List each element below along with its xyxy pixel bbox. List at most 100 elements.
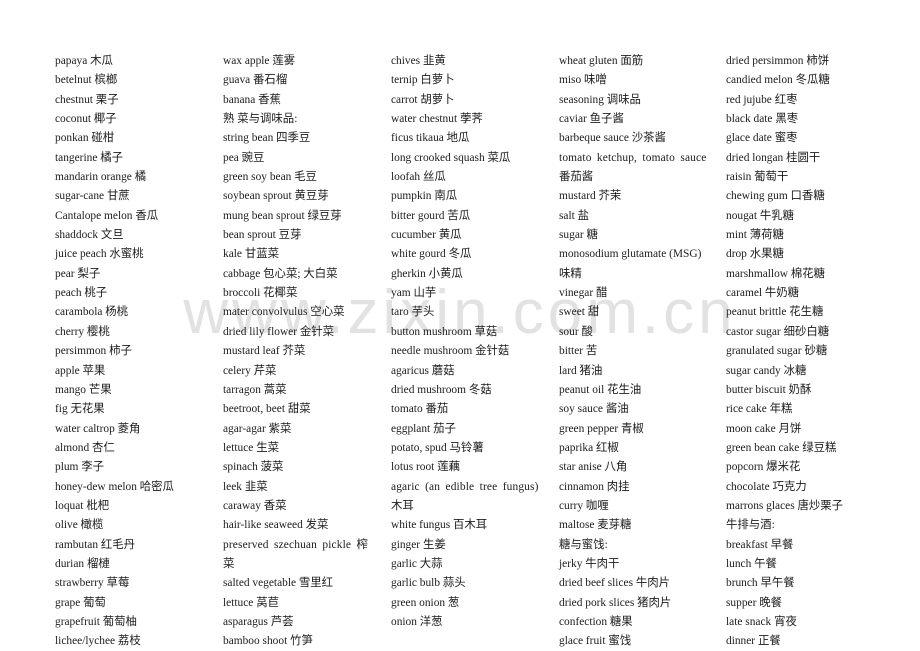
- vocabulary-entry: ponkan 碰柑: [55, 132, 115, 145]
- vocabulary-entry: miso 味噌: [559, 74, 607, 87]
- vocabulary-entry: sugar candy 冰糖: [726, 364, 807, 377]
- vocabulary-entry: barbeque sauce 沙茶酱: [559, 132, 666, 145]
- vocabulary-entry: almond 杏仁: [55, 441, 115, 454]
- vocabulary-entry: raisin 葡萄干: [726, 171, 789, 184]
- vocabulary-entry: ficus tikaua 地瓜: [391, 132, 470, 145]
- vocabulary-entry: banana 香蕉: [223, 93, 281, 106]
- vocabulary-entry: confection 糖果: [559, 615, 633, 628]
- vocabulary-entry: moon cake 月饼: [726, 422, 802, 435]
- vocabulary-entry: gherkin 小黄瓜: [391, 267, 463, 280]
- vocabulary-entry: bitter gourd 苦瓜: [391, 209, 471, 222]
- vocabulary-entry: hair-like seaweed 发菜: [223, 519, 329, 532]
- vocabulary-entry: fig 无花果: [55, 403, 105, 416]
- vocabulary-entry: tomato 番茄: [391, 403, 449, 416]
- vocabulary-column-5: dried persimmon 柿饼 candied melon 冬瓜糖 red j…: [726, 52, 916, 651]
- vocabulary-entry: long crooked squash 菜瓜: [391, 151, 511, 164]
- vocabulary-entry: grape 葡萄: [55, 596, 106, 609]
- vocabulary-entry: water chestnut 荸荠: [391, 113, 483, 126]
- vocabulary-entry: loquat 枇杷: [55, 499, 110, 512]
- vocabulary-entry: tomato ketchup, tomato sauce: [559, 151, 707, 164]
- vocabulary-entry: drop 水果糖: [726, 248, 784, 261]
- vocabulary-entry: white fungus 百木耳: [391, 519, 488, 532]
- vocabulary-entry: dried longan 桂圆干: [726, 151, 821, 164]
- vocabulary-entry: eggplant 茄子: [391, 422, 456, 435]
- vocabulary-entry: glace date 蜜枣: [726, 132, 798, 145]
- vocabulary-entry: late snack 宵夜: [726, 615, 797, 628]
- vocabulary-entry: water caltrop 菱角: [55, 422, 141, 435]
- vocabulary-entry: 味精: [559, 267, 582, 280]
- vocabulary-entry: green bean cake 绿豆糕: [726, 441, 837, 454]
- vocabulary-entry: celery 芹菜: [223, 364, 277, 377]
- vocabulary-entry: chewing gum 口香糖: [726, 190, 825, 203]
- vocabulary-entry: star anise 八角: [559, 461, 628, 474]
- vocabulary-entry: caviar 鱼子酱: [559, 113, 624, 126]
- vocabulary-entry: lichee/lychee 荔枝: [55, 635, 141, 648]
- vocabulary-entry: mango 芒果: [55, 383, 112, 396]
- vocabulary-entry: glace fruit 蜜饯: [559, 635, 632, 648]
- vocabulary-entry: kale 甘蓝菜: [223, 248, 279, 261]
- vocabulary-entry: agaricus 蘑菇: [391, 364, 455, 377]
- vocabulary-entry: plum 李子: [55, 461, 105, 474]
- vocabulary-entry: lettuce 莴苣: [223, 596, 279, 609]
- vocabulary-entry: tarragon 蒿菜: [223, 383, 287, 396]
- vocabulary-entry: bean sprout 豆芽: [223, 229, 302, 242]
- vocabulary-entry: sugar-cane 甘蔗: [55, 190, 130, 203]
- vocabulary-entry: cucumber 黄瓜: [391, 229, 462, 242]
- vocabulary-entry: granulated sugar 砂糖: [726, 345, 828, 358]
- vocabulary-entry: chocolate 巧克力: [726, 480, 807, 493]
- vocabulary-entry: pea 豌豆: [223, 151, 265, 164]
- vocabulary-entry: castor sugar 细砂白糖: [726, 325, 830, 338]
- vocabulary-entry: wheat gluten 面筋: [559, 55, 644, 67]
- vocabulary-entry: green onion 葱: [391, 596, 460, 609]
- vocabulary-column-4: wheat gluten 面筋 miso 味噌 seasoning 调味品 cavia…: [559, 52, 726, 651]
- vocabulary-entry: peanut oil 花生油: [559, 383, 642, 396]
- vocabulary-entry: curry 咖喱: [559, 499, 609, 512]
- vocabulary-entry: taro 芋头: [391, 306, 435, 319]
- vocabulary-entry: broccoli 花椰菜: [223, 287, 298, 300]
- vocabulary-entry: 木耳: [391, 499, 414, 512]
- vocabulary-entry: sugar 糖: [559, 229, 598, 242]
- vocabulary-entry: popcorn 爆米花: [726, 461, 801, 474]
- vocabulary-entry: lunch 午餐: [726, 557, 777, 570]
- vocabulary-entry: ternip 白萝卜: [391, 74, 455, 87]
- vocabulary-entry: cherry 樱桃: [55, 325, 110, 338]
- vocabulary-entry: onion 洋葱: [391, 615, 443, 628]
- vocabulary-entry: dried persimmon 柿饼: [726, 55, 830, 67]
- vocabulary-entry: needle mushroom 金针菇: [391, 345, 510, 358]
- vocabulary-entry: salt 盐: [559, 209, 590, 222]
- vocabulary-entry: lotus root 莲藕: [391, 461, 460, 474]
- vocabulary-entry: preserved szechuan pickle 榨: [223, 538, 369, 551]
- vocabulary-entry: rice cake 年糕: [726, 403, 793, 416]
- vocabulary-entry: cabbage 包心菜; 大白菜: [223, 267, 338, 280]
- vocabulary-entry: chives 韭黄: [391, 55, 446, 67]
- vocabulary-entry: chestnut 栗子: [55, 93, 119, 106]
- vocabulary-entry: green soy bean 毛豆: [223, 171, 317, 184]
- vocabulary-entry: juice peach 水蜜桃: [55, 248, 144, 261]
- vocabulary-entry: betelnut 槟榔: [55, 74, 118, 87]
- vocabulary-entry: coconut 椰子: [55, 113, 117, 126]
- vocabulary-entry: garlic bulb 蒜头: [391, 577, 466, 590]
- vocabulary-entry: spinach 菠菜: [223, 461, 284, 474]
- vocabulary-entry: lard 猪油: [559, 364, 603, 377]
- vocabulary-entry: vinegar 醋: [559, 287, 608, 300]
- vocabulary-entry: yam 山芋: [391, 287, 437, 300]
- vocabulary-entry: caraway 香菜: [223, 499, 287, 512]
- vocabulary-entry: pear 梨子: [55, 267, 101, 280]
- vocabulary-entry: black date 黑枣: [726, 113, 799, 126]
- vocabulary-entry: white gourd 冬瓜: [391, 248, 472, 261]
- vocabulary-entry: papaya 木瓜: [55, 55, 113, 67]
- vocabulary-entry: marrons glaces 唐炒栗子: [726, 499, 844, 512]
- vocabulary-entry: persimmon 柿子: [55, 345, 132, 358]
- vocabulary-entry: red jujube 红枣: [726, 93, 798, 106]
- vocabulary-entry: olive 橄榄: [55, 519, 104, 532]
- vocabulary-entry: maltose 麦芽糖: [559, 519, 632, 532]
- vocabulary-entry: marshmallow 棉花糖: [726, 267, 826, 280]
- vocabulary-entry: sour 酸: [559, 325, 593, 338]
- vocabulary-entry: tangerine 橘子: [55, 151, 124, 164]
- vocabulary-entry: paprika 红椒: [559, 441, 619, 454]
- vocabulary-entry: loofah 丝瓜: [391, 171, 446, 184]
- vocabulary-entry: agar-agar 紫菜: [223, 422, 292, 435]
- vocabulary-entry: mung bean sprout 绿豆芽: [223, 209, 342, 222]
- vocabulary-entry: pumpkin 南瓜: [391, 190, 458, 203]
- vocabulary-entry: button mushroom 草菇: [391, 325, 498, 338]
